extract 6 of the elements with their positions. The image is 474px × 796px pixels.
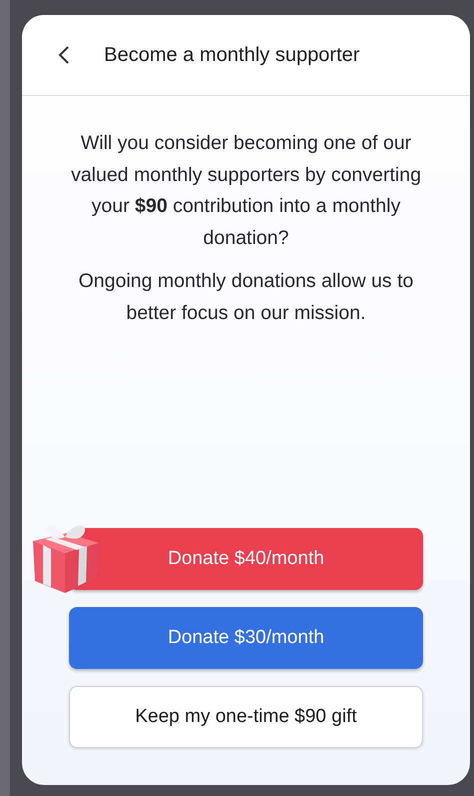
donate-button[interactable]: Donate $30/month: [69, 607, 423, 669]
dialog-title: Become a monthly supporter: [104, 44, 360, 66]
message-text: Ongoing monthly donations allow us to better focus on our mission.: [78, 269, 414, 326]
back-icon[interactable]: [58, 46, 70, 64]
keep-gift-button[interactable]: Keep my one-time $90 gift: [69, 686, 423, 748]
message-text: Will you consider becoming one of our valued monthly supporters by converting your $90 contribution into a monthly donation?: [70, 131, 422, 250]
